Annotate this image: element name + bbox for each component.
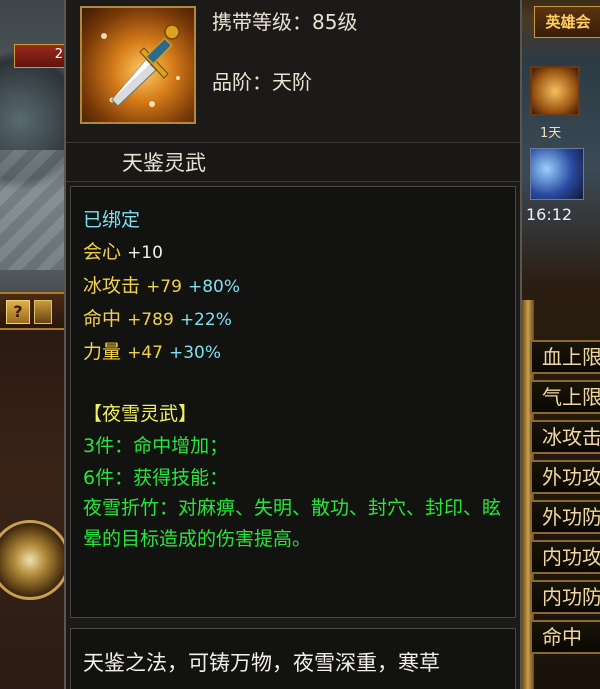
- attribute-tab[interactable]: 内功攻: [530, 540, 600, 574]
- stats-panel: 已绑定 会心 +10 冰攻击 +79 +80% 命中 +789 +22% 力量 …: [70, 186, 516, 618]
- set-piece-label: 3件：: [83, 435, 134, 457]
- tooltip-header: 携带等级：85级 品阶：天阶: [66, 0, 520, 140]
- carry-level: 携带等级：85级: [212, 10, 358, 34]
- floor-texture: [0, 150, 64, 270]
- stat-row: 力量 +47 +30%: [83, 337, 221, 364]
- item-description-box: 天鉴之法，可铸万物，夜雪深重，寒草: [70, 628, 516, 689]
- stat-label: 命中: [83, 308, 122, 330]
- game-scene-right: 英雄会 1天 16:12 血上限 气上限 冰攻击 外功攻 外功防 内功攻 内功防…: [522, 0, 600, 689]
- stat-row: 冰攻击 +79 +80%: [83, 271, 240, 298]
- hp-bar: 2: [14, 44, 66, 68]
- bound-status: 已绑定: [83, 209, 141, 231]
- stat-bonus: +80%: [188, 277, 241, 297]
- stat-bonus: +22%: [179, 310, 232, 330]
- toolbar-button[interactable]: [34, 300, 52, 324]
- attribute-tab[interactable]: 外功攻: [530, 460, 600, 494]
- stat-value: +47: [127, 343, 163, 363]
- event-banner[interactable]: 英雄会: [534, 6, 600, 38]
- stat-label: 力量: [83, 341, 122, 363]
- character-portrait[interactable]: [530, 148, 584, 200]
- stat-row: 命中 +789 +22%: [83, 304, 232, 331]
- stat-value: +10: [127, 243, 163, 263]
- treasure-chest-icon[interactable]: [530, 66, 580, 116]
- help-button[interactable]: ?: [6, 300, 30, 324]
- stat-bonus: +30%: [169, 343, 222, 363]
- item-tooltip: 携带等级：85级 品阶：天阶 天鉴灵武 已绑定 会心 +10 冰攻击 +79 +…: [64, 0, 522, 689]
- stat-label: 会心: [83, 241, 122, 263]
- item-description: 天鉴之法，可铸万物，夜雪深重，寒草: [83, 651, 440, 675]
- stat-label: 冰攻击: [83, 275, 141, 297]
- game-clock: 16:12: [526, 205, 573, 224]
- attribute-tab[interactable]: 外功防: [530, 500, 600, 534]
- chest-label: 1天: [540, 126, 562, 141]
- set-bonus-3: 3件：命中增加；: [83, 431, 228, 458]
- attribute-tab[interactable]: 气上限: [530, 380, 600, 414]
- set-piece-label: 6件：: [83, 467, 134, 489]
- hp-value: 2: [54, 47, 63, 62]
- stat-row: 会心 +10: [83, 237, 163, 264]
- attribute-tab[interactable]: 内功防: [530, 580, 600, 614]
- item-grade: 品阶：天阶: [212, 70, 312, 94]
- game-scene-left: 2 ?: [0, 0, 70, 689]
- item-name: 天鉴灵武: [122, 151, 206, 175]
- set-title: 【夜雪灵武】: [83, 403, 198, 425]
- dagger-icon: [80, 6, 196, 124]
- set-bonus-6: 6件：获得技能：: [83, 463, 228, 490]
- set-skill-text: 夜雪折竹：对麻痹、失明、散功、封穴、封印、眩晕的目标造成的伤害提高。: [83, 497, 502, 550]
- set-piece-effect: 获得技能：: [133, 467, 229, 489]
- set-piece-effect: 命中增加；: [133, 435, 229, 457]
- gear-ornament-icon: [0, 520, 70, 600]
- attribute-tab[interactable]: 血上限: [530, 340, 600, 374]
- stat-value: +789: [127, 310, 174, 330]
- item-name-bar: 天鉴灵武: [66, 142, 520, 182]
- attribute-tab[interactable]: 冰攻击: [530, 420, 600, 454]
- attribute-tab[interactable]: 命中: [530, 620, 600, 654]
- stat-value: +79: [146, 277, 182, 297]
- attribute-tabs: 血上限 气上限 冰攻击 外功攻 外功防 内功攻 内功防 命中: [530, 340, 600, 660]
